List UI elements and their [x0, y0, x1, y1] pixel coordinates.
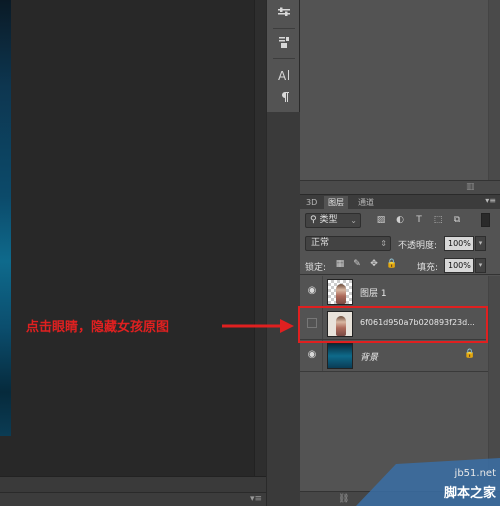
fill-dropdown-icon[interactable]: ▾	[475, 258, 486, 273]
blend-mode-value: 正常	[311, 238, 330, 248]
tab-layers[interactable]: 图层	[324, 196, 348, 209]
layers-scrollbar[interactable]	[488, 276, 500, 481]
layer-row[interactable]: ◉ 图层 1	[300, 276, 488, 308]
opacity-dropdown-icon[interactable]: ▾	[475, 236, 486, 251]
canvas-horizontal-scrollbar[interactable]	[0, 476, 266, 492]
layer-name[interactable]: 图层 1	[360, 286, 387, 299]
type-filter-icon[interactable]: T	[414, 215, 424, 225]
chevron-down-icon: ⌄	[350, 216, 357, 225]
lock-position-icon[interactable]: ✥	[369, 259, 379, 269]
watermark-name: 脚本之家	[443, 486, 496, 501]
opacity-label: 不透明度:	[398, 241, 438, 251]
smart-object-filter-icon[interactable]: ⧉	[452, 215, 462, 225]
divider	[322, 340, 323, 371]
adjustment-filter-icon[interactable]: ◐	[395, 215, 405, 225]
lock-label: 锁定:	[305, 263, 327, 273]
opacity-field[interactable]: 100%	[444, 236, 474, 251]
panel-dock-strip: A	[266, 0, 301, 506]
link-icon[interactable]: ⛓	[338, 494, 349, 504]
character-icon[interactable]: A	[275, 66, 293, 84]
canvas-pasteboard	[11, 0, 254, 476]
chevron-down-icon: ⇕	[380, 239, 387, 248]
document-canvas-area[interactable]: ▾≡	[0, 0, 266, 506]
annotation-highlight-box	[298, 306, 488, 343]
upper-panel-scrollbar[interactable]	[488, 0, 500, 180]
eye-icon[interactable]: ◉	[305, 284, 319, 298]
timeline-bar: ▾≡	[0, 492, 266, 506]
trash-icon[interactable]: ▥	[466, 182, 475, 192]
watermark: jb51.net 脚本之家	[356, 458, 500, 506]
lock-all-icon[interactable]: 🔒	[386, 259, 397, 269]
pixel-filter-icon[interactable]: ▨	[376, 215, 386, 225]
layer-row[interactable]: ◉ 背景 🔒	[300, 340, 488, 372]
shape-filter-icon[interactable]: ⬚	[433, 215, 443, 225]
dock-empty-area	[267, 112, 301, 506]
fill-field[interactable]: 100%	[444, 258, 474, 273]
tab-3d[interactable]: 3D	[302, 196, 321, 209]
canvas-vertical-scrollbar[interactable]	[254, 0, 266, 476]
tool-separator	[273, 58, 295, 59]
panel-menu-icon[interactable]: ▾≡	[250, 494, 262, 504]
filter-toggle[interactable]	[481, 213, 490, 227]
blend-row: 正常 ⇕ 不透明度: 100% ▾	[300, 233, 500, 253]
layer-filter-row: ⚲ 类型 ⌄ ▨ ◐ T ⬚ ⧉	[300, 211, 500, 231]
tool-separator	[273, 28, 295, 29]
lock-row: 锁定: ▦ ✎ ✥ 🔒 填充: 100% ▾	[300, 255, 500, 275]
upper-panel-footer: ▥	[300, 180, 500, 194]
lock-brush-icon[interactable]: ✎	[352, 259, 362, 269]
fill-label: 填充:	[417, 263, 439, 273]
divider	[322, 276, 323, 307]
svg-text:A: A	[278, 69, 287, 82]
layer-thumbnail	[327, 343, 353, 369]
annotation-arrow-icon	[222, 319, 294, 333]
eye-icon[interactable]: ◉	[305, 348, 319, 362]
upper-panel	[300, 0, 500, 180]
panel-menu-icon[interactable]: ▾≡	[485, 196, 496, 205]
blend-mode-select[interactable]: 正常 ⇕	[305, 236, 391, 251]
annotation-text: 点击眼睛，隐藏女孩原图	[26, 320, 170, 335]
filter-kind-select[interactable]: ⚲ 类型 ⌄	[305, 213, 361, 228]
layer-name[interactable]: 背景	[360, 350, 378, 363]
watermark-url: jb51.net	[454, 468, 496, 479]
adjustments-icon[interactable]	[275, 4, 293, 22]
lock-transparency-icon[interactable]: ▦	[335, 259, 345, 269]
tab-channels[interactable]: 通道	[354, 196, 378, 209]
canvas-image-edge	[0, 0, 11, 436]
lock-icon: 🔒	[464, 349, 476, 359]
properties-icon[interactable]	[275, 34, 293, 52]
layers-tab-bar: 3D 图层 通道 ▾≡	[300, 195, 500, 209]
paragraph-icon[interactable]	[275, 88, 293, 106]
layer-thumbnail	[327, 279, 353, 305]
filter-kind-value: 类型	[319, 215, 338, 225]
right-panel-dock: ▥ 3D 图层 通道 ▾≡ ⚲ 类型 ⌄ ▨ ◐ T ⬚ ⧉ 正常 ⇕ 不透明度…	[300, 0, 500, 506]
